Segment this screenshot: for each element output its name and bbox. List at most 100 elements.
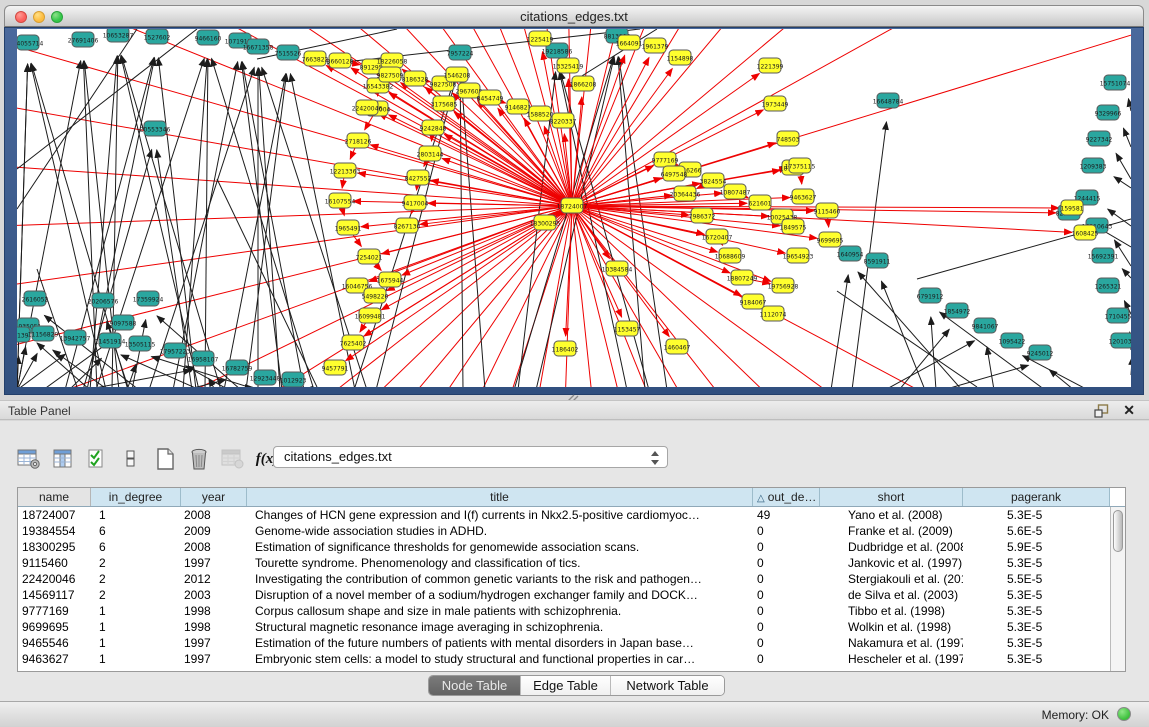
table-cell[interactable]: 0: [753, 619, 820, 635]
graph-node-teal[interactable]: 1640954: [837, 246, 864, 261]
graph-node-yellow[interactable]: 9115460: [814, 203, 841, 218]
graph-node-yellow[interactable]: 1154898: [667, 50, 694, 65]
table-cell[interactable]: 5.3E-5: [963, 651, 1110, 667]
graph-node-yellow[interactable]: 7625402: [340, 335, 367, 350]
graph-node-yellow[interactable]: 18724007: [557, 198, 588, 213]
row-checks-button[interactable]: [80, 445, 114, 473]
table-cell[interactable]: 5.3E-5: [963, 619, 1110, 635]
table-cell[interactable]: 5.3E-5: [963, 635, 1110, 651]
table-cell[interactable]: 0: [753, 651, 820, 667]
table-cell[interactable]: 5.3E-5: [963, 603, 1110, 619]
table-vertical-scrollbar[interactable]: [1110, 507, 1125, 671]
table-cell[interactable]: 0: [753, 555, 820, 571]
graph-node-yellow[interactable]: 1849575: [780, 219, 807, 234]
table-cell[interactable]: Tourette syndrome. Phenomenology and cla…: [247, 555, 753, 571]
graph-node-teal[interactable]: 9227342: [1086, 131, 1113, 146]
table-row[interactable]: 1872400712008Changes of HCN gene express…: [18, 507, 1110, 523]
network-file-select[interactable]: citations_edges.txt: [273, 446, 668, 468]
column-header-pagerank[interactable]: pagerank: [963, 488, 1110, 506]
table-row[interactable]: 1830029562008Estimation of significance …: [18, 539, 1110, 555]
table-cell[interactable]: 49: [753, 507, 820, 523]
table-cell[interactable]: 0: [753, 539, 820, 555]
graph-node-teal[interactable]: 8591911: [864, 253, 891, 268]
graph-node-yellow[interactable]: 20364436: [670, 186, 701, 201]
delete-table-button[interactable]: [182, 445, 216, 473]
graph-node-yellow[interactable]: 16107554: [325, 193, 356, 208]
table-cell[interactable]: 1: [91, 651, 181, 667]
graph-node-yellow[interactable]: 9184067: [740, 294, 767, 309]
graph-node-teal[interactable]: 11156829: [28, 326, 59, 341]
table-cell[interactable]: Dudbridge et al. (2008): [820, 539, 963, 555]
close-panel-icon[interactable]: ✕: [1123, 402, 1135, 419]
column-header-name[interactable]: name: [18, 488, 91, 506]
graph-node-yellow[interactable]: 9242848: [420, 120, 447, 135]
graph-node-yellow[interactable]: 1664091: [616, 35, 643, 50]
graph-node-teal[interactable]: 9097588: [110, 315, 137, 330]
graph-node-teal[interactable]: 10653287: [103, 29, 134, 42]
table-cell[interactable]: 0: [753, 635, 820, 651]
graph-node-yellow[interactable]: 12213363: [330, 163, 361, 178]
column-header-title[interactable]: title: [247, 488, 753, 506]
table-cell[interactable]: Tibbo et al. (1998): [820, 603, 963, 619]
graph-node-teal[interactable]: 17359924: [133, 291, 164, 306]
graph-node-yellow[interactable]: 1675944: [377, 272, 404, 287]
graph-node-teal[interactable]: 1854972: [944, 303, 971, 318]
graph-node-teal[interactable]: 1201035: [1109, 333, 1131, 348]
graph-node-yellow[interactable]: 18807249: [727, 270, 758, 285]
graph-node-yellow[interactable]: 1460467: [664, 339, 691, 354]
graph-node-yellow[interactable]: 5498220: [362, 288, 389, 303]
graph-node-yellow[interactable]: 19756928: [768, 278, 799, 293]
table-cell[interactable]: 0: [753, 603, 820, 619]
table-cell[interactable]: 1997: [181, 651, 247, 667]
graph-node-teal[interactable]: 1710455: [1105, 308, 1131, 323]
table-row[interactable]: 2242004622012Investigating the contribut…: [18, 571, 1110, 587]
table-cell[interactable]: 5.6E-5: [963, 523, 1110, 539]
table-cell[interactable]: 1997: [181, 555, 247, 571]
graph-node-teal[interactable]: 1209383: [1080, 158, 1107, 173]
show-columns-button[interactable]: [46, 445, 80, 473]
table-cell[interactable]: Wolkin et al. (1998): [820, 619, 963, 635]
table-cell[interactable]: 0: [753, 571, 820, 587]
table-cell[interactable]: 9777169: [18, 603, 91, 619]
graph-node-yellow[interactable]: 159581: [1061, 200, 1084, 215]
graph-node-yellow[interactable]: 3175685: [431, 96, 458, 111]
scrollbar-thumb[interactable]: [1113, 510, 1123, 552]
graph-node-yellow[interactable]: 621601: [749, 195, 772, 210]
window-titlebar[interactable]: citations_edges.txt: [4, 5, 1144, 27]
column-header-year[interactable]: year: [181, 488, 247, 506]
graph-node-yellow[interactable]: 7986372: [689, 208, 716, 223]
table-cell[interactable]: Disruption of a novel member of a sodium…: [247, 587, 753, 603]
graph-node-yellow[interactable]: 8220337: [550, 113, 577, 128]
graph-node-teal[interactable]: 27691406: [68, 32, 99, 47]
import-table-button[interactable]: [216, 445, 250, 473]
graph-node-teal[interactable]: 11451914: [95, 333, 126, 348]
table-cell[interactable]: 0: [753, 523, 820, 539]
graph-node-yellow[interactable]: 1866208: [570, 76, 597, 91]
table-cell[interactable]: Embryonic stem cells: a model to study s…: [247, 651, 753, 667]
graph-node-yellow[interactable]: 1153457: [614, 321, 641, 336]
table-cell[interactable]: 6: [91, 539, 181, 555]
graph-node-teal[interactable]: 13505115: [125, 336, 156, 351]
table-cell[interactable]: 0: [753, 587, 820, 603]
graph-node-yellow[interactable]: 13325419: [553, 58, 584, 73]
column-header-out_de[interactable]: △out_de…: [753, 488, 820, 506]
graph-node-teal[interactable]: 20206576: [88, 293, 119, 308]
graph-node-yellow[interactable]: 17375115: [785, 158, 816, 173]
graph-node-yellow[interactable]: 1221399: [757, 58, 784, 73]
table-cell[interactable]: 5.5E-5: [963, 571, 1110, 587]
table-cell[interactable]: 9465546: [18, 635, 91, 651]
table-cell[interactable]: Estimation of the future numbers of pati…: [247, 635, 753, 651]
table-cell[interactable]: 2003: [181, 587, 247, 603]
graph-node-yellow[interactable]: 8427552: [405, 170, 432, 185]
table-row[interactable]: 969969511998Structural magnetic resonanc…: [18, 619, 1110, 635]
graph-node-teal[interactable]: 15692391: [1088, 248, 1119, 263]
table-cell[interactable]: 1998: [181, 619, 247, 635]
table-cell[interactable]: Hescheler et al. (1997): [820, 651, 963, 667]
table-cell[interactable]: Structural magnetic resonance image aver…: [247, 619, 753, 635]
graph-node-yellow[interactable]: 2803144: [417, 146, 444, 161]
graph-node-yellow[interactable]: 8660128: [327, 53, 354, 68]
table-cell[interactable]: Jankovic et al. (1997): [820, 555, 963, 571]
graph-node-teal[interactable]: 7957224: [447, 45, 474, 60]
table-cell[interactable]: 9699695: [18, 619, 91, 635]
table-cell[interactable]: Investigating the contribution of common…: [247, 571, 753, 587]
